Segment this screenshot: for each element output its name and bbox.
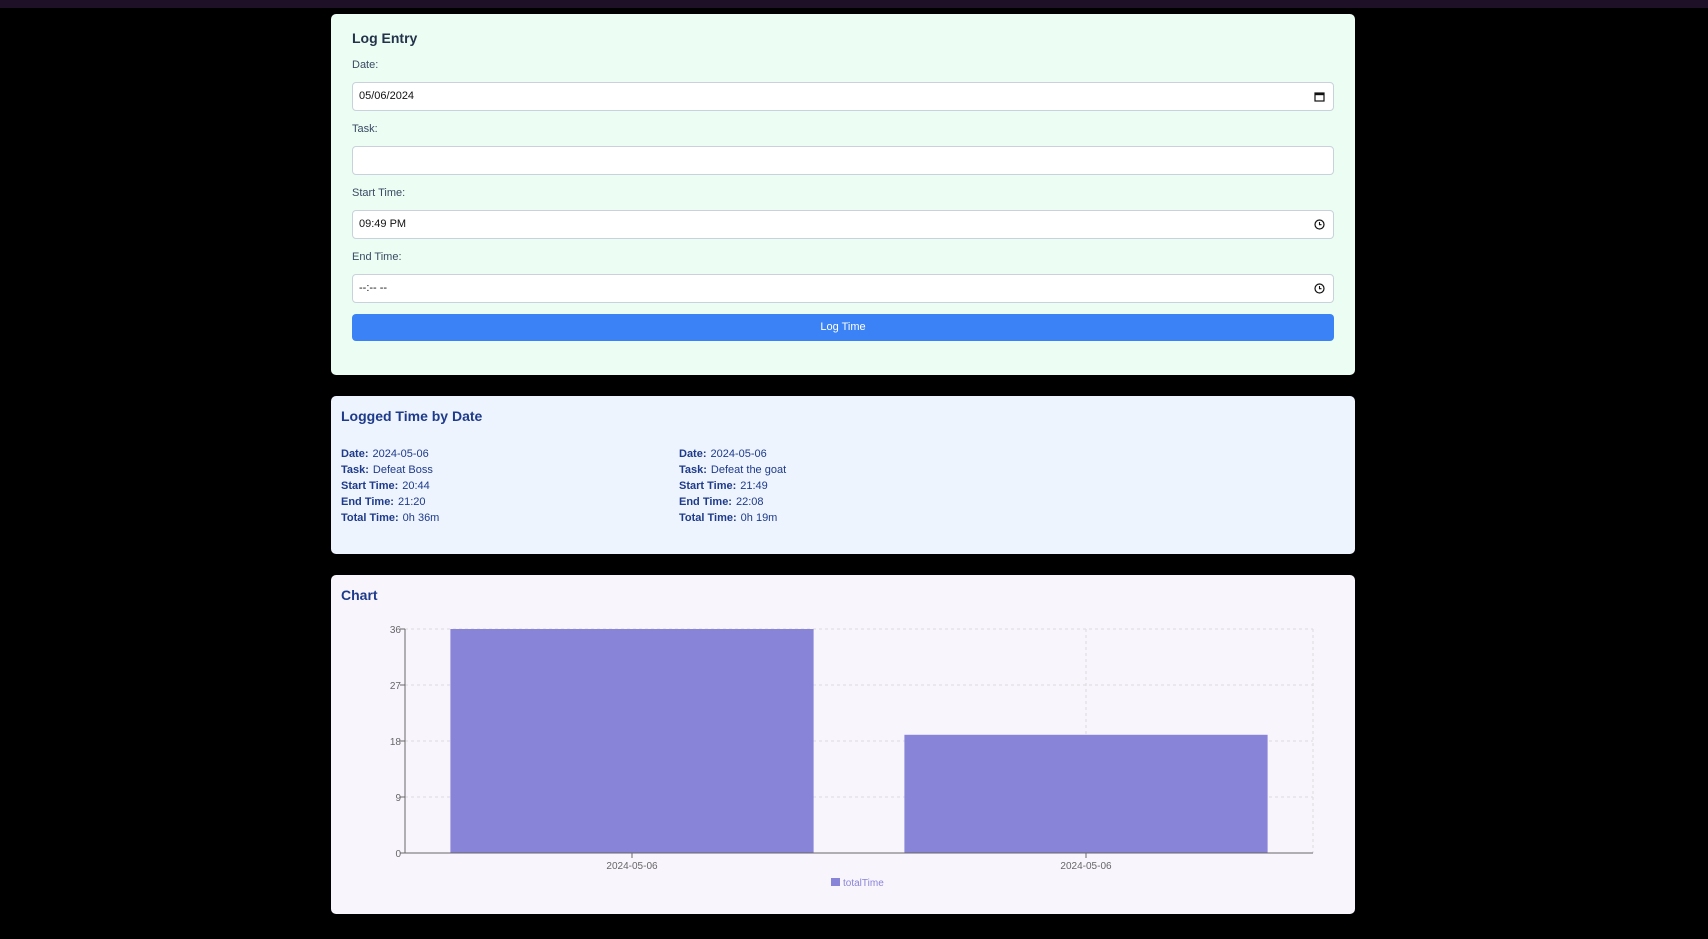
task-key: Task: <box>341 464 369 476</box>
task-input[interactable] <box>352 146 1334 175</box>
entry-end: 21:20 <box>397 496 426 508</box>
entry-task-row: Task: Defeat the goat <box>679 462 786 478</box>
entry-start-row: Start Time: 20:44 <box>341 478 439 494</box>
x-tick-label: 2024-05-06 <box>1060 861 1112 872</box>
date-value: 05/06/2024 <box>359 90 415 102</box>
calendar-icon[interactable] <box>1314 91 1325 102</box>
legend-swatch <box>831 878 840 886</box>
y-tick-label: 9 <box>395 793 401 804</box>
entry-date: 2024-05-06 <box>710 448 767 460</box>
y-tick-label: 27 <box>390 681 402 692</box>
date-label: Date: <box>352 59 379 71</box>
log-entry-card: Log Entry Date: 05/06/2024 Task: Start T… <box>331 14 1355 375</box>
entry-task: Defeat Boss <box>372 464 433 476</box>
entry-task-row: Task: Defeat Boss <box>341 462 439 478</box>
entry-start-row: Start Time: 21:49 <box>679 478 786 494</box>
end-key: End Time: <box>679 496 732 508</box>
entry-date-row: Date: 2024-05-06 <box>679 446 786 462</box>
y-tick-label: 0 <box>395 849 401 860</box>
start-time-input[interactable]: 09:49 PM <box>352 210 1334 239</box>
task-key: Task: <box>679 464 707 476</box>
logged-time-title: Logged Time by Date <box>341 408 483 424</box>
date-input[interactable]: 05/06/2024 <box>352 82 1334 111</box>
y-tick-label: 18 <box>390 737 402 748</box>
end-time-value: --:-- -- <box>359 282 388 294</box>
bar <box>904 734 1268 853</box>
x-tick-label: 2024-05-06 <box>606 861 658 872</box>
entry-start: 21:49 <box>740 480 768 492</box>
entry-total: 0h 19m <box>740 512 778 524</box>
entry-end-row: End Time: 22:08 <box>679 494 786 510</box>
chart-card: Chart 0 9 18 27 36 2024-05-06 2024-05-06 totalT… <box>331 575 1355 914</box>
entry-date-row: Date: 2024-05-06 <box>341 446 439 462</box>
entry-date: 2024-05-06 <box>372 448 429 460</box>
top-bar <box>0 0 1708 8</box>
total-key: Total Time: <box>679 512 737 524</box>
date-key: Date: <box>341 448 369 460</box>
list-item: Date: 2024-05-06 Task: Defeat the goat Sta… <box>679 446 786 526</box>
end-time-input[interactable]: --:-- -- <box>352 274 1334 303</box>
legend-label: totalTime <box>843 878 884 889</box>
total-key: Total Time: <box>341 512 399 524</box>
log-entry-title: Log Entry <box>352 30 418 46</box>
entry-total-row: Total Time: 0h 36m <box>341 510 439 526</box>
bar <box>450 629 814 853</box>
entry-start: 20:44 <box>402 480 430 492</box>
entry-task: Defeat the goat <box>710 464 787 476</box>
clock-icon[interactable] <box>1314 219 1325 230</box>
start-time-value: 09:49 PM <box>359 218 407 230</box>
start-key: Start Time: <box>341 480 399 492</box>
log-time-button[interactable]: Log Time <box>352 314 1334 341</box>
entries-list: Date: 2024-05-06 Task: Defeat Boss Start T… <box>341 446 1345 536</box>
end-time-label: End Time: <box>352 251 402 263</box>
entry-total-row: Total Time: 0h 19m <box>679 510 786 526</box>
entry-total: 0h 36m <box>402 512 440 524</box>
entry-end: 22:08 <box>735 496 764 508</box>
entry-end-row: End Time: 21:20 <box>341 494 439 510</box>
clock-icon[interactable] <box>1314 283 1325 294</box>
end-key: End Time: <box>341 496 394 508</box>
y-tick-label: 36 <box>390 625 402 636</box>
task-label: Task: <box>352 123 378 135</box>
start-key: Start Time: <box>679 480 737 492</box>
list-item: Date: 2024-05-06 Task: Defeat Boss Start T… <box>341 446 439 526</box>
bar-chart: 0 9 18 27 36 2024-05-06 2024-05-06 totalTime <box>390 625 1314 889</box>
start-time-label: Start Time: <box>352 187 406 199</box>
date-key: Date: <box>679 448 707 460</box>
logged-time-card: Logged Time by Date Date: 2024-05-06 Task… <box>331 396 1355 554</box>
